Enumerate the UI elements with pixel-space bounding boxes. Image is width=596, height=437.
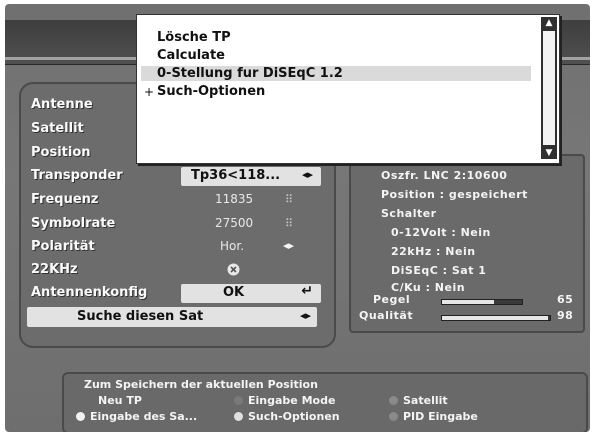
transponder-label: Transponder: [31, 168, 123, 183]
qualitaet-bar-fill: [442, 316, 548, 320]
transponder-value: Tp36<118...: [191, 168, 281, 183]
left-right-arrows-icon: ◂▸: [299, 309, 311, 322]
oszfr-text: Oszfr. LNC 2:10600: [381, 169, 508, 182]
numpad-icon: ⠿: [285, 193, 293, 206]
qualitaet-bar: [441, 315, 551, 321]
red-button-icon: [389, 412, 398, 421]
menu-item-such-optionen[interactable]: Such-Optionen: [157, 84, 265, 99]
submenu-bullet-icon: +: [144, 85, 155, 99]
v12-status: 0-12Volt : Nein: [391, 226, 491, 239]
scrollbar-thumb[interactable]: [543, 31, 555, 145]
tv-screen: Antenne Satellit Position Transponder Tp…: [5, 4, 590, 432]
khz22-status: 22kHz : Nein: [391, 245, 476, 258]
khz-label: 22KHz: [31, 262, 78, 277]
row-symbolrate[interactable]: Symbolrate 27500 ⠿: [31, 214, 323, 236]
left-right-arrows-icon: ◂▸: [301, 168, 313, 181]
numpad-icon: ⠿: [285, 217, 293, 230]
legend-pid-eingabe: PID Eingabe: [403, 410, 478, 423]
menu-item-calculate[interactable]: Calculate: [157, 48, 225, 63]
antennenkonfig-value: OK: [223, 285, 245, 300]
antenne-label: Antenne: [31, 97, 93, 112]
pegel-bar-fill: [442, 300, 494, 304]
schalter-title: Schalter: [381, 207, 437, 220]
row-22khz[interactable]: 22KHz: [31, 260, 323, 282]
green-button-icon: [234, 396, 243, 405]
antennenkonfig-ok-button[interactable]: OK ↵: [181, 283, 321, 303]
grey-button-icon: [389, 396, 398, 405]
options-popup-menu: Lösche TP Calculate 0-Stellung fur DiSEq…: [136, 14, 560, 164]
legend-such-optionen: Such-Optionen: [248, 410, 340, 423]
legend-eingabe-sat: Eingabe des Sa...: [90, 410, 198, 423]
transponder-select[interactable]: Tp36<118... ◂▸: [181, 167, 321, 186]
scroll-down-icon[interactable]: ▼: [543, 148, 555, 158]
frequenz-label: Frequenz: [31, 192, 99, 207]
satellit-label: Satellit: [31, 121, 84, 136]
diseqc-status: DiSEqC : Sat 1: [391, 264, 487, 277]
search-sat-label: Suche diesen Sat: [77, 309, 204, 324]
yellow-button-icon: [76, 412, 85, 421]
menu-item-diseqc-reset[interactable]: 0-Stellung fur DiSEqC 1.2: [141, 66, 531, 81]
legend-satellit: Satellit: [403, 394, 448, 407]
legend-eingabe-mode: Eingabe Mode: [248, 394, 336, 407]
symbolrate-value[interactable]: 27500: [215, 216, 253, 230]
symbolrate-label: Symbolrate: [31, 216, 116, 231]
off-toggle-icon[interactable]: [227, 263, 240, 276]
enter-icon: ↵: [301, 283, 313, 299]
button-legend: Zum Speichern der aktuellen Position Neu…: [62, 372, 588, 432]
frequenz-value[interactable]: 11835: [215, 192, 253, 206]
row-frequenz[interactable]: Frequenz 11835 ⠿: [31, 190, 323, 212]
row-antennenkonfig[interactable]: Antennenkonfig OK ↵: [31, 283, 323, 305]
pegel-label: Pegel: [373, 293, 411, 306]
row-transponder[interactable]: Transponder Tp36<118... ◂▸: [31, 166, 323, 188]
qualitaet-value: 98: [557, 309, 574, 322]
position-label: Position: [31, 145, 91, 160]
search-sat-button[interactable]: Suche diesen Sat ◂▸: [27, 307, 317, 327]
antennenkonfig-label: Antennenkonfig: [31, 285, 148, 300]
pegel-value: 65: [557, 293, 574, 306]
menu-item-loesche-tp[interactable]: Lösche TP: [157, 30, 231, 45]
popup-scrollbar[interactable]: ▲ ▼: [541, 17, 557, 159]
left-right-arrows-icon: ◂▸: [283, 239, 295, 252]
pegel-bar: [441, 299, 523, 305]
scroll-up-icon[interactable]: ▲: [543, 18, 555, 28]
blue-button-icon: [234, 412, 243, 421]
status-panel: Oszfr. LNC 2:10600 Position : gespeicher…: [349, 154, 585, 333]
row-polaritaet[interactable]: Polarität Hor. ◂▸: [31, 237, 323, 259]
position-status-text: Position : gespeichert: [381, 188, 528, 201]
legend-neu-tp: Neu TP: [98, 394, 142, 407]
legend-title: Zum Speichern der aktuellen Position: [84, 378, 318, 391]
qualitaet-label: Qualität: [359, 309, 414, 322]
polaritaet-label: Polarität: [31, 239, 95, 254]
polaritaet-value[interactable]: Hor.: [220, 239, 244, 253]
